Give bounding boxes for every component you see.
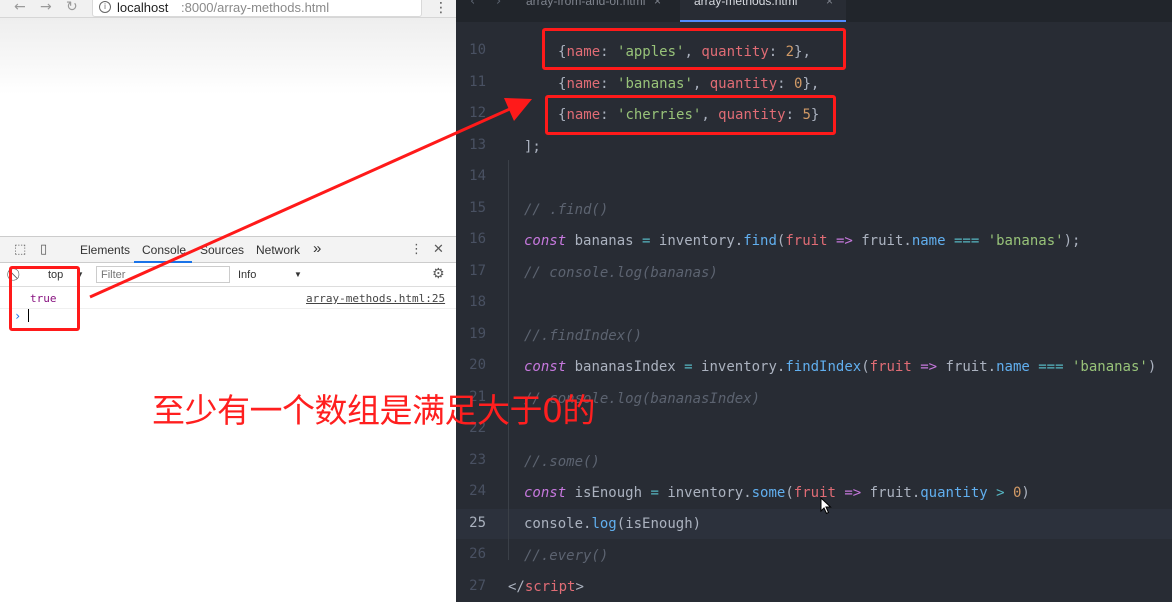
annotation-arrow (89, 98, 532, 299)
annotation-caption: 至少有一个数组是满足大于0的 (152, 391, 596, 430)
